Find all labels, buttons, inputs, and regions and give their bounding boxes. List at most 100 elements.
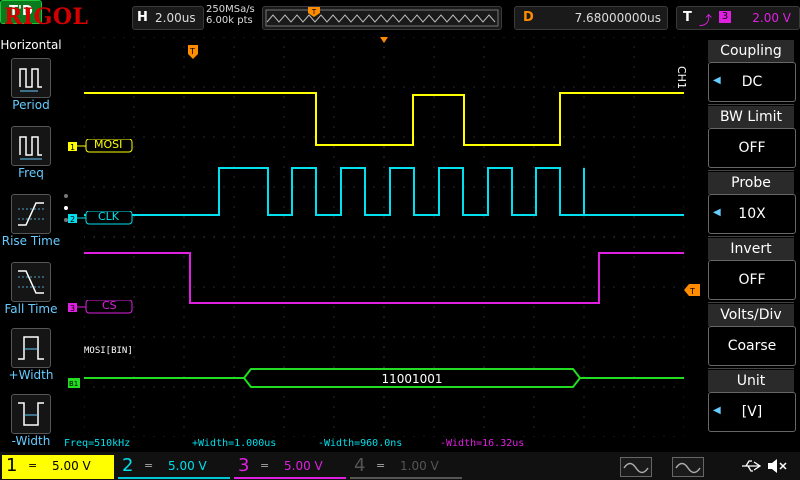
ch3-coupling: = xyxy=(260,459,270,472)
grid-dot xyxy=(233,346,235,348)
timebase-box[interactable]: H 2.00us xyxy=(132,6,204,30)
trigger-position-marker[interactable]: T xyxy=(188,44,198,59)
grid-dot xyxy=(443,286,445,288)
grid-dot xyxy=(623,36,625,38)
grid-dot xyxy=(283,126,285,128)
trigger-box[interactable]: T ⤴ 3 2.00 V xyxy=(676,6,800,30)
grid-dot xyxy=(433,366,435,368)
period-button[interactable] xyxy=(11,58,51,98)
grid-dot xyxy=(633,226,635,228)
waveform-display[interactable]: 11001001 xyxy=(83,36,685,438)
bus1-marker-icon: B1 xyxy=(68,378,80,388)
grid-dot xyxy=(313,86,315,88)
grid-dot xyxy=(583,346,585,348)
grid-dot xyxy=(503,186,505,188)
grid-dot xyxy=(583,76,585,78)
ch4-status[interactable]: 4 = 1.00 V xyxy=(350,455,462,479)
grid-dot xyxy=(323,286,325,288)
bw-limit-softkey[interactable]: OFF xyxy=(708,128,796,168)
wave-1-button[interactable] xyxy=(620,457,652,477)
speaker-muted-icon[interactable] xyxy=(766,457,788,475)
grid-dot xyxy=(183,36,185,38)
grid-dot xyxy=(133,196,135,198)
grid-dot xyxy=(373,336,375,338)
grid-dot xyxy=(233,126,235,128)
grid-dot xyxy=(683,396,685,398)
coupling-title: Coupling xyxy=(708,40,794,62)
wave-2-button[interactable] xyxy=(672,457,704,477)
grid-dot xyxy=(273,186,275,188)
decode-title: MOSI[BIN] xyxy=(84,346,133,356)
grid-dot xyxy=(233,326,235,328)
sample-rate: 250MSa/s xyxy=(206,4,255,15)
grid-dot xyxy=(143,86,145,88)
grid-dot xyxy=(533,346,535,348)
ch1-status[interactable]: 1 = 5.00 V xyxy=(2,455,114,479)
grid-dot xyxy=(653,286,655,288)
grid-dot xyxy=(313,336,315,338)
grid-dot xyxy=(183,176,185,178)
grid-dot xyxy=(233,226,235,228)
grid-dot xyxy=(633,266,635,268)
grid-dot xyxy=(653,386,655,388)
grid-dot xyxy=(83,416,85,418)
grid-dot xyxy=(523,186,525,188)
grid-dot xyxy=(623,286,625,288)
coupling-softkey[interactable]: ◀ DC xyxy=(708,62,796,102)
grid-dot xyxy=(333,366,335,368)
neg-width-button[interactable] xyxy=(11,394,51,434)
fall-time-button[interactable] xyxy=(11,262,51,302)
grid-dot xyxy=(163,436,165,438)
period-label: Period xyxy=(12,98,50,112)
ch2-status[interactable]: 2 = 5.00 V xyxy=(118,455,230,479)
delay-box[interactable]: D 7.68000000us xyxy=(514,6,668,30)
grid-dot xyxy=(203,286,205,288)
grid-dot xyxy=(243,336,245,338)
freq-button[interactable] xyxy=(11,126,51,166)
grid-dot xyxy=(193,386,195,388)
neg-width-icon xyxy=(18,402,44,426)
grid-dot xyxy=(283,86,285,88)
pos-width-button[interactable] xyxy=(11,328,51,368)
ch3-status[interactable]: 3 = 5.00 V xyxy=(234,455,346,479)
grid-dot xyxy=(433,346,435,348)
grid-dot xyxy=(83,356,85,358)
memory-overview[interactable]: T xyxy=(262,6,502,30)
grid-dot xyxy=(683,356,685,358)
grid-dot xyxy=(83,406,85,408)
grid-dot xyxy=(253,36,255,38)
volts-div-softkey[interactable]: Coarse xyxy=(708,326,796,366)
grid-dot xyxy=(593,136,595,138)
grid-dot xyxy=(523,336,525,338)
grid-dot xyxy=(83,86,85,88)
trigger-level-marker[interactable]: T xyxy=(684,281,700,296)
grid-dot xyxy=(493,436,495,438)
grid-dot xyxy=(583,296,585,298)
grid-dot xyxy=(573,86,575,88)
grid-dot xyxy=(473,36,475,38)
grid-dot xyxy=(433,166,435,168)
grid-dot xyxy=(683,106,685,108)
grid-dot xyxy=(413,86,415,88)
grid-dot xyxy=(533,366,535,368)
menu-divider xyxy=(708,368,794,369)
grid-dot xyxy=(343,186,345,188)
grid-dot xyxy=(593,186,595,188)
grid-dot xyxy=(433,356,435,358)
grid-dot xyxy=(513,186,515,188)
unit-softkey[interactable]: ◀ [V] xyxy=(708,392,796,432)
invert-softkey[interactable]: OFF xyxy=(708,260,796,300)
grid-dot xyxy=(133,386,135,388)
grid-dot xyxy=(513,86,515,88)
grid-dot xyxy=(613,286,615,288)
grid-dot xyxy=(213,286,215,288)
grid-dot xyxy=(163,336,165,338)
grid-dot xyxy=(133,246,135,248)
probe-softkey[interactable]: ◀ 10X xyxy=(708,194,796,234)
grid-dot xyxy=(283,406,285,408)
grid-dot xyxy=(123,386,125,388)
grid-dot xyxy=(83,246,85,248)
rise-time-button[interactable] xyxy=(11,194,51,234)
ch4-coupling: = xyxy=(376,459,386,472)
grid-dot xyxy=(133,296,135,298)
